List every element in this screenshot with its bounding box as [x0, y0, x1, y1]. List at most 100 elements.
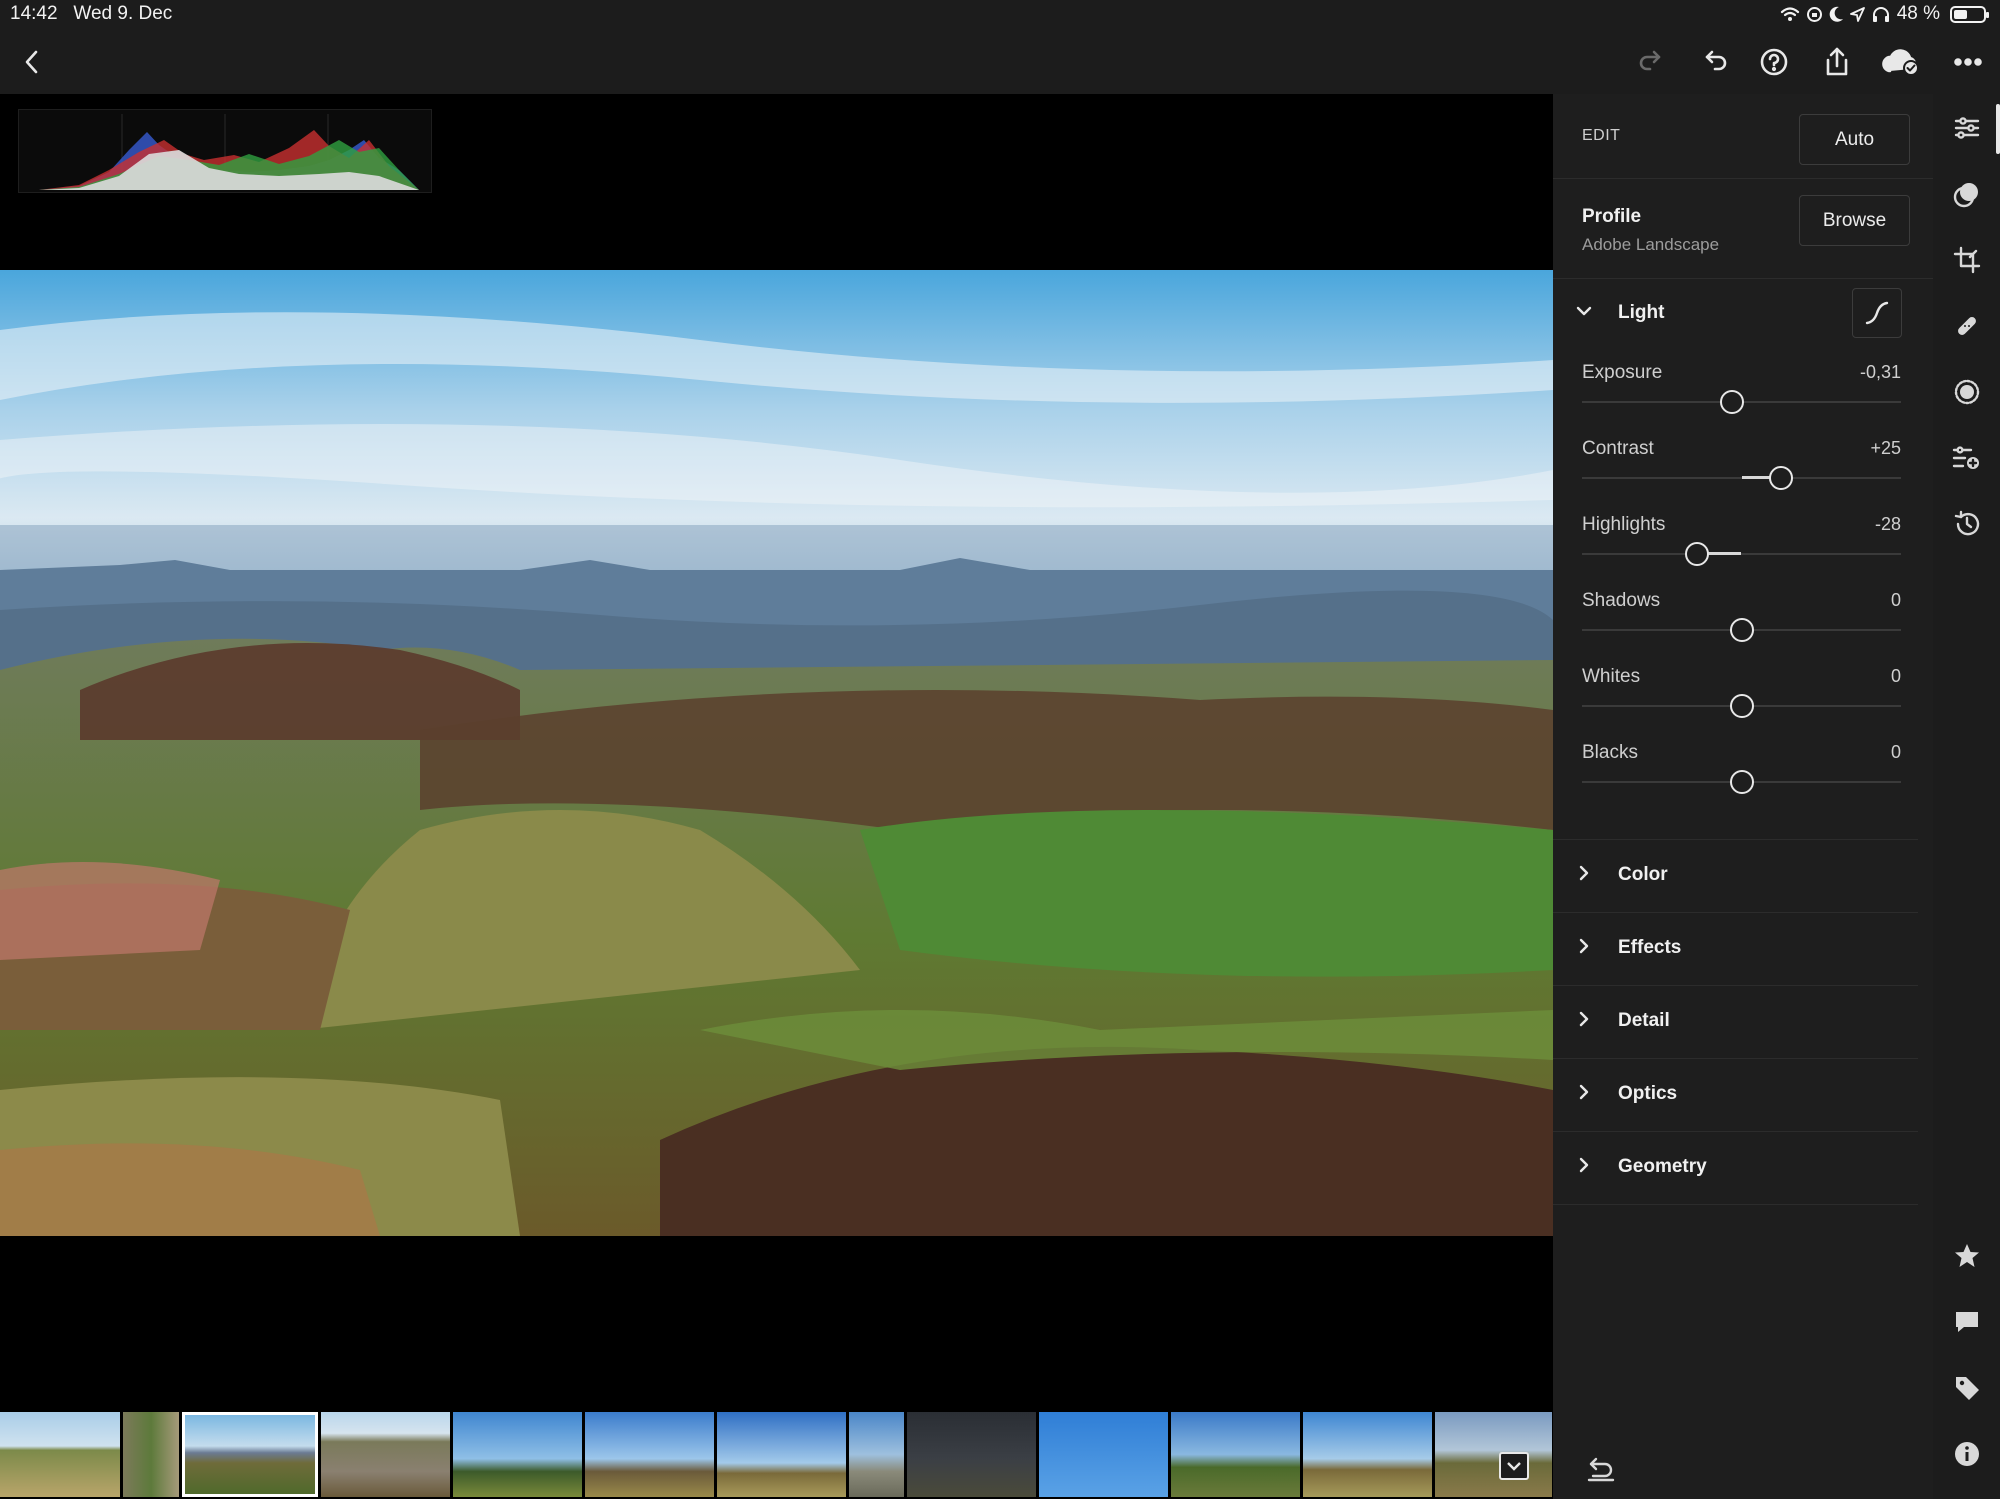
vignette-icon: [1954, 379, 1980, 405]
selective-masking-icon: [1953, 183, 1978, 208]
chevron-right-icon: [1575, 1083, 1593, 1106]
battery-percent: 48 %: [1896, 3, 1940, 24]
section-title: Effects: [1618, 937, 1682, 958]
slider-value[interactable]: -28: [1875, 514, 1901, 535]
filmstrip-thumbnail[interactable]: [849, 1412, 904, 1497]
slider-value[interactable]: +25: [1870, 438, 1901, 459]
slider-shadows[interactable]: Shadows 0: [1553, 578, 1933, 654]
slider-exposure[interactable]: Exposure -0,31: [1553, 350, 1933, 426]
healing-tool-button[interactable]: [1949, 308, 1985, 344]
slider-label: Blacks: [1582, 742, 1638, 763]
reset-icon: [1587, 1457, 1615, 1482]
filmstrip-thumbnail[interactable]: [453, 1412, 582, 1497]
slider-value[interactable]: -0,31: [1860, 362, 1901, 383]
cloud-sync-button[interactable]: [1879, 40, 1923, 84]
status-bar: 14:42 Wed 9. Dec 48 %: [0, 0, 2000, 30]
auto-button[interactable]: Auto: [1799, 114, 1910, 165]
tag-icon: [1956, 1377, 1979, 1400]
filmstrip-thumbnail[interactable]: [321, 1412, 450, 1497]
tool-rail: [1933, 94, 2000, 1499]
masking-tool-button[interactable]: [1949, 176, 1985, 212]
section-geometry[interactable]: Geometry: [1553, 1132, 1918, 1205]
info-icon: [1955, 1442, 1979, 1466]
light-section-title: Light: [1618, 302, 1665, 323]
location-icon: [1849, 6, 1865, 22]
slider-thumb[interactable]: [1729, 770, 1754, 794]
section-color[interactable]: Color: [1553, 840, 1918, 913]
slider-blacks[interactable]: Blacks 0: [1553, 730, 1933, 806]
slider-thumb[interactable]: [1719, 390, 1744, 414]
slider-value[interactable]: 0: [1891, 590, 1901, 611]
filmstrip-thumbnail[interactable]: [1435, 1412, 1552, 1497]
filmstrip: [0, 1412, 1553, 1499]
presets-icon: [1952, 446, 1979, 469]
presets-tool-button[interactable]: [1949, 440, 1985, 476]
filmstrip-thumbnail[interactable]: [907, 1412, 1036, 1497]
slider-thumb[interactable]: [1729, 694, 1754, 718]
crop-tool-button[interactable]: [1949, 242, 1985, 278]
versions-icon: [1954, 510, 1980, 536]
status-date: Wed 9. Dec: [73, 3, 173, 24]
filmstrip-thumbnail[interactable]: [0, 1412, 120, 1497]
more-icon: [1954, 58, 1982, 66]
slider-value[interactable]: 0: [1891, 742, 1901, 763]
landscape-photo-image: [0, 270, 1553, 1236]
active-tool-indicator: [1996, 104, 2000, 154]
filmstrip-toggle-icon[interactable]: [1499, 1452, 1529, 1480]
cloud-synced-icon: [1882, 49, 1919, 76]
more-button[interactable]: [1946, 40, 1990, 84]
section-optics[interactable]: Optics: [1553, 1059, 1918, 1132]
section-effects[interactable]: Effects: [1553, 913, 1918, 986]
slider-thumb[interactable]: [1769, 466, 1794, 490]
undo-button[interactable]: [1693, 40, 1737, 84]
versions-tool-button[interactable]: [1949, 506, 1985, 542]
section-title: Geometry: [1618, 1156, 1707, 1177]
main-photo[interactable]: [0, 270, 1553, 1236]
help-button[interactable]: [1752, 40, 1796, 84]
edit-sliders-icon: [1954, 117, 1980, 139]
share-button[interactable]: [1815, 40, 1859, 84]
slider-thumb[interactable]: [1684, 542, 1709, 566]
redo-button[interactable]: [1629, 40, 1673, 84]
slider-value[interactable]: 0: [1891, 666, 1901, 687]
light-section-header[interactable]: Light: [1553, 280, 1933, 350]
slider-label: Whites: [1582, 666, 1641, 687]
keywords-button[interactable]: [1949, 1370, 1985, 1406]
info-button[interactable]: [1949, 1436, 1985, 1472]
filmstrip-thumbnail[interactable]: [1039, 1412, 1168, 1497]
edit-tool-button[interactable]: [1949, 110, 1985, 146]
slider-highlights[interactable]: Highlights -28: [1553, 502, 1933, 578]
status-time: 14:42: [10, 3, 58, 24]
chevron-right-icon: [1575, 937, 1593, 960]
filmstrip-thumbnail[interactable]: [717, 1412, 846, 1497]
moon-icon: [1829, 6, 1843, 22]
rotation-lock-icon: [1806, 6, 1822, 22]
edit-panel-header: EDIT Auto: [1553, 94, 1933, 179]
reset-button[interactable]: [1583, 1454, 1623, 1490]
tone-curve-icon: [1865, 301, 1889, 325]
help-icon: [1760, 48, 1788, 76]
slider-track[interactable]: [1582, 553, 1901, 555]
slider-label: Contrast: [1582, 438, 1654, 459]
vignette-tool-button[interactable]: [1949, 374, 1985, 410]
section-detail[interactable]: Detail: [1553, 986, 1918, 1059]
filmstrip-thumbnail[interactable]: [1171, 1412, 1300, 1497]
filmstrip-thumbnail[interactable]: [585, 1412, 714, 1497]
slider-contrast[interactable]: Contrast +25: [1553, 426, 1933, 502]
rating-button[interactable]: [1949, 1238, 1985, 1274]
photo-canvas[interactable]: [0, 94, 1553, 1412]
slider-whites[interactable]: Whites 0: [1553, 654, 1933, 730]
slider-thumb[interactable]: [1729, 618, 1754, 642]
filmstrip-thumbnail[interactable]: [123, 1412, 179, 1497]
chevron-down-icon: [1575, 302, 1593, 325]
browse-profiles-button[interactable]: Browse: [1799, 195, 1910, 246]
comments-button[interactable]: [1949, 1304, 1985, 1340]
profile-section: Profile Adobe Landscape Browse: [1553, 178, 1933, 279]
edit-title: EDIT: [1582, 127, 1621, 144]
back-button[interactable]: [10, 40, 54, 84]
tone-curve-button[interactable]: [1852, 288, 1902, 338]
slider-label: Highlights: [1582, 514, 1666, 535]
filmstrip-thumbnail[interactable]: [1303, 1412, 1432, 1497]
edit-panel: EDIT Auto Profile Adobe Landscape Browse…: [1553, 94, 1933, 1499]
filmstrip-thumbnail-selected[interactable]: [182, 1412, 318, 1497]
